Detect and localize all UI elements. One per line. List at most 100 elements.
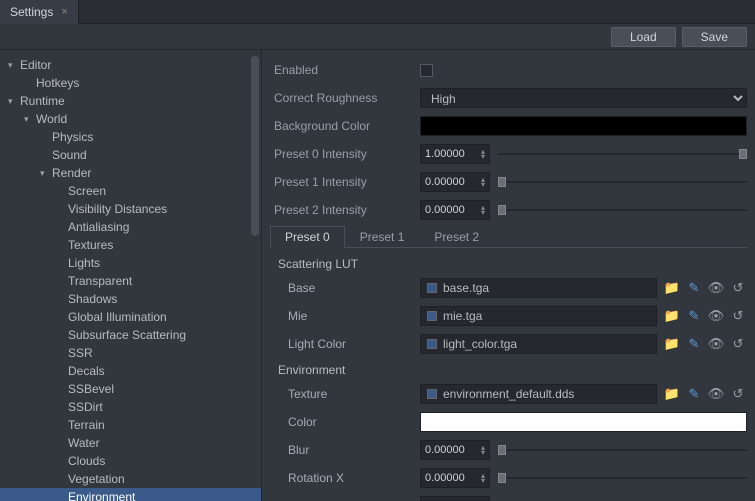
tree-item-transparent[interactable]: Transparent bbox=[0, 272, 261, 290]
tree-item-visibility-distances[interactable]: Visibility Distances bbox=[0, 200, 261, 218]
reset-icon[interactable]: ↺ bbox=[729, 385, 747, 403]
folder-icon[interactable]: 📁 bbox=[663, 335, 681, 353]
correct-roughness-select[interactable]: High bbox=[420, 88, 747, 108]
tree-label: Shadows bbox=[68, 292, 117, 306]
tab-settings[interactable]: Settings × bbox=[0, 0, 79, 24]
load-button[interactable]: Load bbox=[611, 27, 676, 47]
scrollbar[interactable] bbox=[251, 56, 259, 236]
number-input[interactable]: 0.00000▴▾ bbox=[420, 172, 490, 192]
asset-input[interactable]: light_color.tga bbox=[420, 334, 657, 354]
eye-icon[interactable]: 👁 bbox=[707, 279, 725, 297]
tree-item-decals[interactable]: Decals bbox=[0, 362, 261, 380]
slider[interactable] bbox=[498, 496, 747, 501]
tree-item-terrain[interactable]: Terrain bbox=[0, 416, 261, 434]
tree-item-world[interactable]: ▾World bbox=[0, 110, 261, 128]
property-label: Preset 2 Intensity bbox=[270, 203, 420, 217]
close-icon[interactable]: × bbox=[61, 6, 67, 18]
tree-label: Hotkeys bbox=[36, 76, 79, 90]
enabled-checkbox[interactable] bbox=[420, 64, 433, 77]
tree-item-ssdirt[interactable]: SSDirt bbox=[0, 398, 261, 416]
tree-item-vegetation[interactable]: Vegetation bbox=[0, 470, 261, 488]
property-row: Basebase.tga📁✎👁↺ bbox=[270, 276, 747, 300]
number-input[interactable]: 0.00000▴▾ bbox=[420, 440, 490, 460]
spinner-icon[interactable]: ▴▾ bbox=[481, 445, 485, 455]
tab-title: Settings bbox=[10, 5, 53, 19]
slider[interactable] bbox=[498, 468, 747, 488]
spinner-icon[interactable]: ▴▾ bbox=[481, 473, 485, 483]
reset-icon[interactable]: ↺ bbox=[729, 279, 747, 297]
property-label: Background Color bbox=[270, 119, 420, 133]
reset-icon[interactable]: ↺ bbox=[729, 335, 747, 353]
tree-item-shadows[interactable]: Shadows bbox=[0, 290, 261, 308]
tree-item-clouds[interactable]: Clouds bbox=[0, 452, 261, 470]
tree-label: Physics bbox=[52, 130, 93, 144]
tree-item-lights[interactable]: Lights bbox=[0, 254, 261, 272]
slider[interactable] bbox=[498, 200, 747, 220]
tree-item-runtime[interactable]: ▾Runtime bbox=[0, 92, 261, 110]
tab-preset-1[interactable]: Preset 1 bbox=[345, 226, 420, 247]
asset-icon bbox=[427, 283, 437, 293]
edit-icon[interactable]: ✎ bbox=[685, 279, 703, 297]
slider[interactable] bbox=[498, 440, 747, 460]
texture-input[interactable]: environment_default.dds bbox=[420, 384, 657, 404]
expand-icon[interactable]: ▾ bbox=[8, 60, 18, 71]
tree-label: Sound bbox=[52, 148, 87, 162]
slider[interactable] bbox=[498, 144, 747, 164]
tab-preset-2[interactable]: Preset 2 bbox=[419, 226, 494, 247]
save-button[interactable]: Save bbox=[682, 27, 747, 47]
tree-item-subsurface-scattering[interactable]: Subsurface Scattering bbox=[0, 326, 261, 344]
eye-icon[interactable]: 👁 bbox=[707, 307, 725, 325]
folder-icon[interactable]: 📁 bbox=[663, 385, 681, 403]
tree-label: Textures bbox=[68, 238, 113, 252]
tree-item-physics[interactable]: Physics bbox=[0, 128, 261, 146]
asset-icon bbox=[427, 339, 437, 349]
tree-item-hotkeys[interactable]: Hotkeys bbox=[0, 74, 261, 92]
tree-item-screen[interactable]: Screen bbox=[0, 182, 261, 200]
tree-item-textures[interactable]: Textures bbox=[0, 236, 261, 254]
reset-icon[interactable]: ↺ bbox=[729, 307, 747, 325]
edit-icon[interactable]: ✎ bbox=[685, 307, 703, 325]
expand-icon[interactable]: ▾ bbox=[24, 114, 34, 125]
slider[interactable] bbox=[498, 172, 747, 192]
section-scattering: Scattering LUT bbox=[270, 254, 747, 274]
number-input[interactable]: 0.00000▴▾ bbox=[420, 200, 490, 220]
asset-actions: 📁✎👁↺ bbox=[663, 279, 747, 297]
tab-bar: Settings × bbox=[0, 0, 755, 24]
property-label: Texture bbox=[270, 387, 420, 401]
tree-label: Water bbox=[68, 436, 100, 450]
tree-item-environment[interactable]: Environment bbox=[0, 488, 261, 501]
expand-icon[interactable]: ▾ bbox=[8, 96, 18, 107]
background-color-swatch[interactable] bbox=[420, 116, 747, 136]
tab-preset-0[interactable]: Preset 0 bbox=[270, 226, 345, 248]
tree-item-water[interactable]: Water bbox=[0, 434, 261, 452]
tree-item-sound[interactable]: Sound bbox=[0, 146, 261, 164]
tree-item-global-illumination[interactable]: Global Illumination bbox=[0, 308, 261, 326]
property-row: Textureenvironment_default.dds 📁✎👁↺ bbox=[270, 382, 747, 406]
env-color-swatch[interactable] bbox=[420, 412, 747, 432]
tree-item-render[interactable]: ▾Render bbox=[0, 164, 261, 182]
property-row: Miemie.tga📁✎👁↺ bbox=[270, 304, 747, 328]
tree-item-ssbevel[interactable]: SSBevel bbox=[0, 380, 261, 398]
edit-icon[interactable]: ✎ bbox=[685, 385, 703, 403]
number-input[interactable]: 0.00000▴▾ bbox=[420, 468, 490, 488]
number-input[interactable]: 0.00000▴▾ bbox=[420, 496, 490, 501]
folder-icon[interactable]: 📁 bbox=[663, 307, 681, 325]
spinner-icon[interactable]: ▴▾ bbox=[481, 149, 485, 159]
expand-icon[interactable]: ▾ bbox=[40, 168, 50, 179]
asset-input[interactable]: base.tga bbox=[420, 278, 657, 298]
property-row: Light Colorlight_color.tga📁✎👁↺ bbox=[270, 332, 747, 356]
tree-label: Lights bbox=[68, 256, 100, 270]
edit-icon[interactable]: ✎ bbox=[685, 335, 703, 353]
asset-icon bbox=[427, 389, 437, 399]
tree-label: SSR bbox=[68, 346, 93, 360]
spinner-icon[interactable]: ▴▾ bbox=[481, 177, 485, 187]
eye-icon[interactable]: 👁 bbox=[707, 385, 725, 403]
tree-item-editor[interactable]: ▾Editor bbox=[0, 56, 261, 74]
tree-item-ssr[interactable]: SSR bbox=[0, 344, 261, 362]
asset-input[interactable]: mie.tga bbox=[420, 306, 657, 326]
number-input[interactable]: 1.00000▴▾ bbox=[420, 144, 490, 164]
eye-icon[interactable]: 👁 bbox=[707, 335, 725, 353]
tree-item-antialiasing[interactable]: Antialiasing bbox=[0, 218, 261, 236]
spinner-icon[interactable]: ▴▾ bbox=[481, 205, 485, 215]
folder-icon[interactable]: 📁 bbox=[663, 279, 681, 297]
